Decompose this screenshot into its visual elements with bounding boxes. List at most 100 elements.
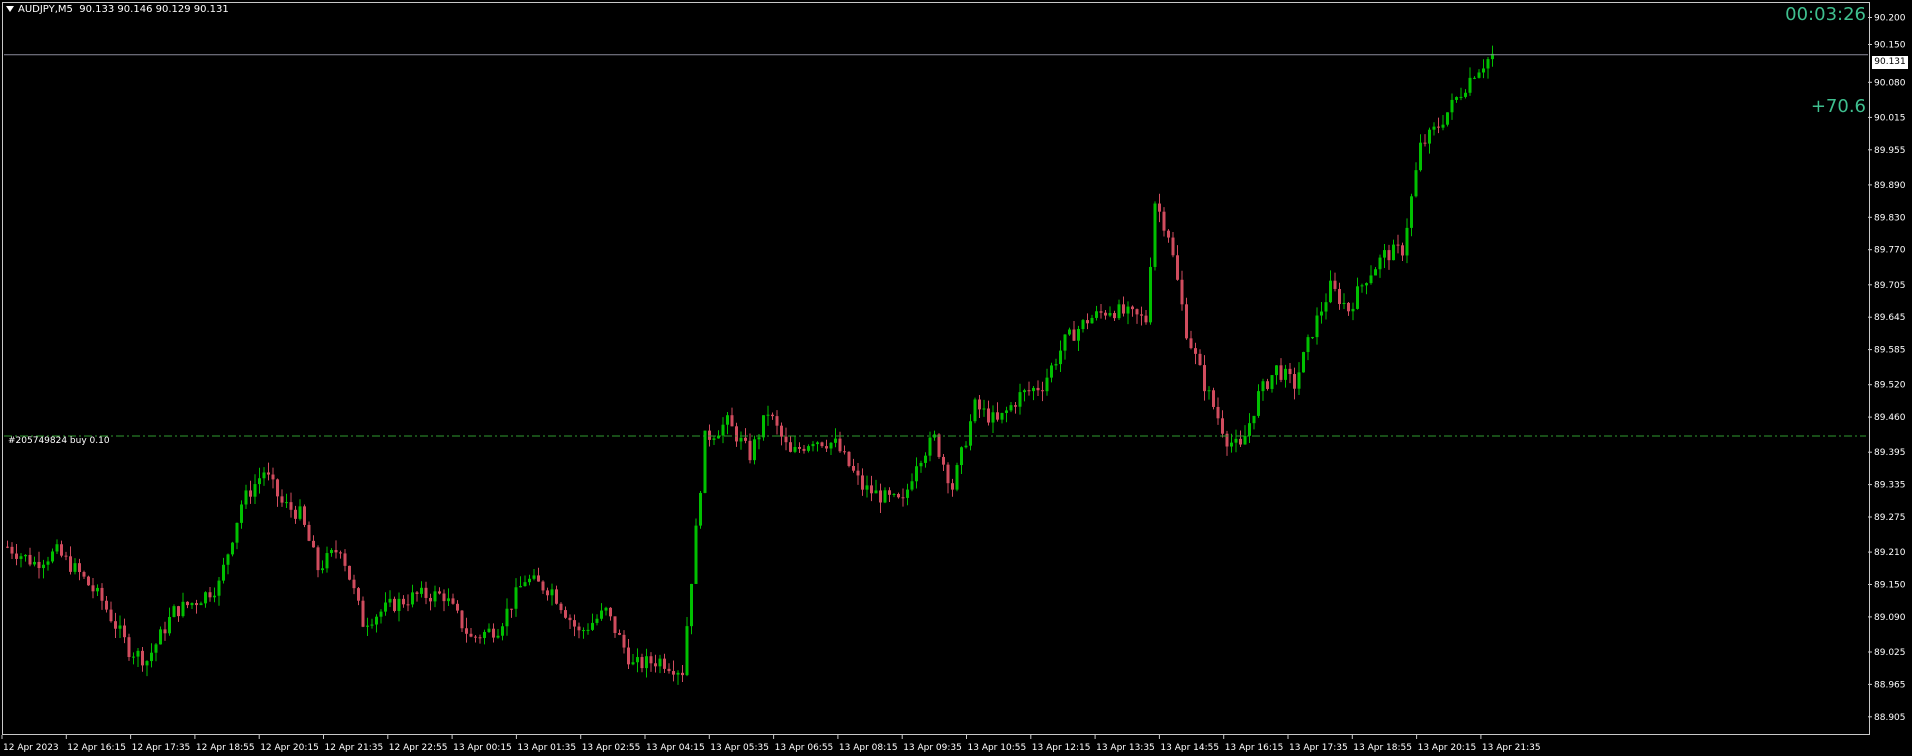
bull-candle (676, 672, 680, 675)
bull-candle (1410, 196, 1413, 228)
bear-candle (730, 415, 734, 427)
bear-candle (667, 668, 671, 672)
bull-candle (1392, 244, 1395, 261)
bear-candle (438, 591, 441, 594)
bull-candle (1374, 269, 1377, 276)
bear-candle (402, 598, 405, 605)
bull-candle (906, 489, 909, 498)
bear-candle (510, 608, 513, 610)
bull-candle (694, 525, 698, 584)
bull-candle (150, 652, 153, 662)
x-tick-label: 13 Apr 10:55 (968, 743, 1027, 753)
bear-candle (1288, 368, 1292, 375)
bear-candle (114, 621, 117, 629)
bull-candle (1117, 304, 1121, 319)
bull-candle (19, 556, 23, 559)
x-tick-label: 13 Apr 05:35 (710, 743, 769, 753)
x-tick-label: 13 Apr 00:15 (453, 743, 512, 753)
bull-candle (726, 415, 729, 425)
bear-candle (69, 556, 72, 572)
bear-candle (1036, 387, 1040, 391)
bull-candle (204, 592, 207, 604)
y-tick-label: 89.520 (1874, 381, 1906, 391)
bull-candle (226, 554, 230, 565)
bull-candle (1369, 275, 1373, 284)
x-tick-label: 13 Apr 12:15 (1032, 743, 1091, 753)
x-tick-label: 13 Apr 18:55 (1353, 743, 1412, 753)
bull-candle (582, 630, 585, 632)
bull-candle (168, 617, 171, 634)
bull-candle (703, 430, 707, 493)
bear-candle (622, 634, 626, 648)
bull-candle (1455, 97, 1458, 100)
y-tick-label: 89.770 (1874, 246, 1906, 256)
y-tick-label: 89.090 (1874, 613, 1906, 623)
bear-candle (91, 585, 95, 592)
bull-candle (910, 481, 914, 490)
bull-candle (24, 554, 27, 557)
bear-candle (312, 540, 315, 548)
bull-candle (181, 601, 185, 617)
chart-canvas[interactable]: 90.200 90.150 90.080 90.015 89.955 89.890 89.8… (0, 0, 1912, 756)
bear-candle (406, 604, 410, 606)
bull-candle (514, 587, 518, 609)
bear-candle (276, 479, 279, 497)
bull-candle (834, 438, 837, 443)
bull-candle (762, 415, 765, 438)
bear-candle (942, 456, 945, 465)
bull-candle (865, 485, 869, 490)
bull-candle (136, 650, 140, 657)
bull-candle (1405, 227, 1409, 256)
bull-candle (699, 492, 702, 526)
bear-candle (802, 448, 806, 451)
order-line-label: #205749824 buy 0.10 (8, 436, 110, 446)
bear-candle (681, 672, 684, 676)
bear-candle (100, 587, 104, 601)
bear-candle (78, 563, 81, 573)
bear-candle (1387, 250, 1391, 261)
y-tick-label: 89.830 (1874, 213, 1906, 223)
x-tick-label: 13 Apr 06:55 (775, 743, 834, 753)
bull-candle (384, 602, 387, 612)
bull-candle (1252, 415, 1256, 424)
bull-candle (924, 455, 927, 463)
bull-candle (217, 580, 221, 596)
bear-candle (847, 451, 851, 466)
bull-candle (411, 592, 414, 605)
bear-candle (708, 430, 711, 440)
bear-candle (627, 647, 630, 665)
bull-candle (96, 587, 99, 592)
bull-candle (631, 662, 635, 665)
bear-candle (195, 603, 198, 606)
bull-candle (145, 661, 149, 666)
bull-candle (231, 542, 234, 555)
bull-candle (595, 618, 599, 623)
collapse-triangle-icon[interactable] (6, 6, 14, 12)
y-tick-label: 88.905 (1874, 713, 1906, 723)
bull-candle (1306, 337, 1310, 353)
bear-candle (28, 554, 32, 565)
bear-candle (852, 465, 855, 471)
bull-candle (1248, 423, 1251, 436)
bear-candle (996, 412, 999, 420)
bear-candle (541, 581, 545, 591)
bear-candle (573, 620, 576, 627)
bull-candle (1050, 365, 1053, 378)
bear-candle (888, 490, 891, 495)
bear-candle (775, 416, 779, 426)
bear-candle (105, 600, 108, 610)
bull-candle (766, 414, 770, 416)
bull-candle (1360, 285, 1364, 287)
bull-candle (1482, 68, 1485, 73)
bull-candle (658, 658, 662, 667)
symbol-header: AUDJPY,M5 90.133 90.146 90.129 90.131 (6, 4, 229, 15)
bull-candle (1302, 352, 1305, 373)
bull-candle (420, 587, 423, 594)
bear-candle (1041, 390, 1044, 392)
bull-candle (685, 626, 689, 676)
bull-candle (1464, 92, 1467, 97)
bull-candle (591, 622, 594, 630)
bull-candle (33, 561, 36, 565)
bear-candle (123, 625, 126, 638)
x-tick-label: 12 Apr 22:55 (389, 743, 448, 753)
